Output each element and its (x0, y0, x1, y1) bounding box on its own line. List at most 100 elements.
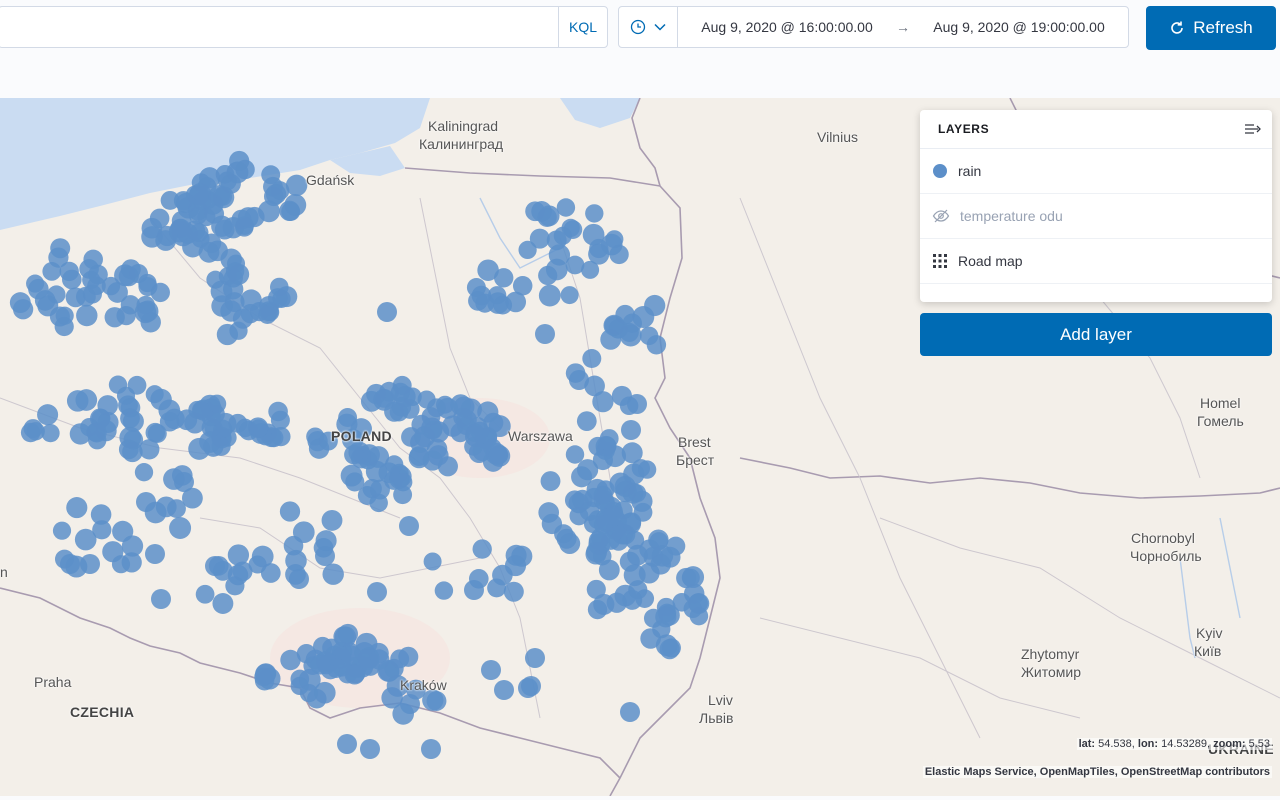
city-label-brest-local: Брест (676, 452, 715, 468)
rain-point (553, 226, 572, 245)
rain-point (360, 739, 380, 759)
rain-point (254, 663, 276, 685)
rain-point (488, 445, 511, 467)
rain-point (61, 269, 82, 290)
rain-point (37, 404, 59, 426)
city-label-brest: Brest (678, 434, 711, 450)
rain-point (279, 501, 301, 522)
date-range: Aug 9, 2020 @ 16:00:00.00 → Aug 9, 2020 … (678, 19, 1128, 35)
rain-point (111, 555, 131, 574)
city-label-homel-local: Гомель (1197, 413, 1244, 429)
rain-point (134, 463, 154, 482)
rain-point (560, 286, 579, 305)
refresh-button[interactable]: Refresh (1146, 6, 1276, 50)
city-label-kyiv: Kyiv (1196, 625, 1223, 641)
rain-point (593, 593, 615, 615)
rain-point (571, 466, 593, 488)
rain-point (518, 240, 537, 260)
rain-point (82, 284, 102, 304)
rain-point (609, 244, 629, 265)
city-label-homel: Homel (1200, 395, 1241, 411)
quick-menu-button[interactable] (619, 7, 678, 47)
rain-point (401, 427, 421, 447)
rain-point (639, 326, 659, 346)
rain-point (55, 306, 74, 325)
rain-point (639, 539, 660, 560)
city-label-kaliningrad: Kaliningrad (428, 118, 499, 134)
rain-point (592, 449, 613, 471)
rain-point (65, 287, 86, 308)
rain-point (400, 694, 420, 714)
rain-point (576, 411, 597, 431)
rain-point (122, 441, 143, 463)
city-label-zhytomyr: Zhytomyr (1021, 646, 1080, 662)
query-language-button[interactable]: KQL (558, 7, 607, 47)
rain-point (585, 204, 604, 223)
rain-point (632, 306, 655, 328)
city-label-praha: Praha (34, 674, 72, 690)
rain-point (86, 422, 107, 443)
rain-point (212, 593, 234, 614)
rain-point (392, 375, 412, 395)
rain-point (393, 472, 413, 492)
rain-point (191, 401, 211, 420)
rain-point (621, 442, 643, 464)
rain-point (640, 628, 661, 649)
rain-point (120, 295, 141, 315)
rain-point (28, 278, 49, 300)
rain-point (76, 304, 98, 327)
rain-point (593, 485, 613, 505)
rain-point (122, 410, 144, 432)
rain-point (48, 247, 69, 268)
rain-point (565, 445, 585, 464)
rain-point (593, 515, 613, 535)
rain-point (569, 370, 589, 390)
search-input[interactable] (9, 13, 553, 43)
rain-point (285, 174, 308, 197)
rain-point (121, 259, 141, 280)
rain-point (211, 295, 233, 317)
rain-point (205, 556, 225, 576)
layers-title: LAYERS (938, 122, 990, 136)
rain-point (481, 660, 501, 680)
rain-point (195, 584, 215, 604)
rain-point (237, 207, 259, 228)
rain-point (434, 581, 454, 600)
rain-point (167, 499, 186, 518)
rain-point (145, 544, 165, 564)
rain-point (66, 497, 88, 519)
rain-point (12, 299, 34, 320)
layer-item-temperature[interactable]: temperature odu (920, 194, 1272, 239)
rain-point (280, 649, 301, 671)
rain-point (471, 285, 492, 306)
rain-point (26, 422, 45, 441)
rain-point (417, 390, 436, 409)
rain-point (599, 429, 619, 448)
city-label-gdansk: Gdańsk (306, 172, 355, 188)
city-label-krakow: Kraków (400, 677, 447, 693)
layers-panel: LAYERS rain temperature odu Road map (920, 110, 1272, 302)
layer-label: Road map (958, 253, 1023, 269)
end-date[interactable]: Aug 9, 2020 @ 19:00:00.00 (933, 19, 1104, 35)
rain-point (207, 394, 227, 414)
collapse-panel-icon[interactable] (1244, 122, 1262, 136)
layer-item-road-map[interactable]: Road map (920, 239, 1272, 284)
rain-point (464, 580, 484, 600)
rain-point (271, 426, 291, 447)
start-date[interactable]: Aug 9, 2020 @ 16:00:00.00 (701, 19, 872, 35)
map-attribution[interactable]: Elastic Maps Service, OpenMapTiles, Open… (922, 766, 1272, 778)
layer-item-rain[interactable]: rain (920, 149, 1272, 194)
refresh-icon (1171, 21, 1184, 34)
rain-point (112, 520, 134, 542)
rain-point (310, 654, 331, 675)
rain-point (535, 324, 555, 344)
rain-point (589, 238, 609, 259)
add-layer-button[interactable]: Add layer (920, 313, 1272, 356)
rain-point (556, 528, 577, 549)
layers-header: LAYERS (920, 110, 1272, 149)
rain-point (427, 421, 450, 443)
rain-point (572, 489, 593, 511)
rain-point (292, 521, 315, 544)
clock-icon (630, 19, 646, 35)
rain-point (525, 648, 545, 668)
